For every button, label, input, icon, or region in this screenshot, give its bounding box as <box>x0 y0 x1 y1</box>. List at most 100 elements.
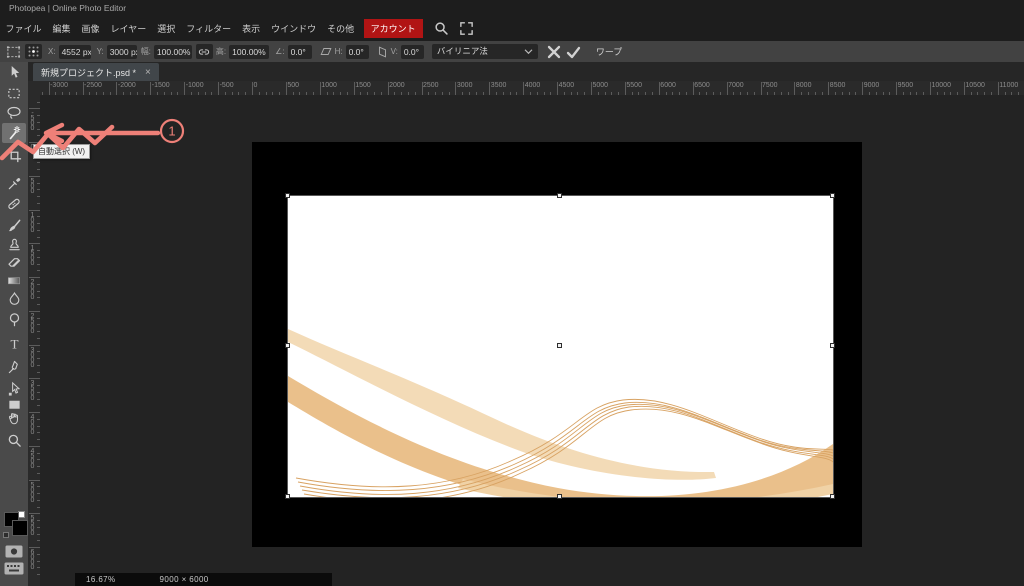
interpolation-select[interactable]: バイリニア法 <box>431 44 538 59</box>
anchor-point-icon[interactable] <box>25 44 42 59</box>
v-ruler-label: 3000 <box>29 346 36 367</box>
skew-horizontal-icon <box>319 45 333 58</box>
tooltip-text: 自動選択 (W) <box>38 147 86 156</box>
h-ruler-label: 1000 <box>321 82 337 89</box>
menu-select[interactable]: 選択 <box>152 22 181 35</box>
v-ruler-label: 1500 <box>29 245 36 266</box>
h-ruler-label: 7500 <box>762 82 778 89</box>
skew-v-field[interactable]: 0.0° <box>400 44 424 59</box>
h-ruler-label: 8500 <box>829 82 846 89</box>
dodge-tool[interactable] <box>2 310 26 330</box>
transform-handle[interactable] <box>557 343 562 348</box>
menu-file[interactable]: ファイル <box>0 22 47 35</box>
cancel-transform-icon[interactable] <box>547 45 561 59</box>
tab-close-icon[interactable]: × <box>145 67 151 78</box>
account-button[interactable]: アカウント <box>363 19 423 38</box>
h-ruler-label: 11000 <box>999 82 1019 89</box>
skew-h-field[interactable]: 0.0° <box>345 44 369 59</box>
document-dimensions: 9000 × 6000 <box>159 575 209 584</box>
zoom-tool[interactable] <box>2 430 26 450</box>
menu-more[interactable]: その他 <box>322 22 360 35</box>
menu-view[interactable]: 表示 <box>237 22 266 35</box>
transform-handle[interactable] <box>557 493 562 499</box>
tab-bar: 新規プロジェクト.psd * × <box>28 62 1024 81</box>
v-ruler-label: -500 <box>29 110 36 131</box>
h-ruler-label: 5000 <box>592 82 609 89</box>
transform-handle[interactable] <box>557 192 562 198</box>
menu-edit[interactable]: 編集 <box>47 22 76 35</box>
menu-layer[interactable]: レイヤー <box>105 22 152 35</box>
transform-bounds-icon <box>6 45 21 59</box>
swap-colors-swatch[interactable] <box>18 511 25 518</box>
menu-image[interactable]: 画像 <box>76 22 105 35</box>
crop-tool[interactable] <box>2 145 26 165</box>
v-ruler-label: 6000 <box>29 549 36 569</box>
magic-wand-tool[interactable] <box>2 123 26 143</box>
transform-handle[interactable] <box>829 493 835 499</box>
quickmask-button[interactable] <box>5 545 23 558</box>
y-label: Y: <box>96 47 104 56</box>
chevron-down-icon <box>524 48 533 55</box>
brush-tool[interactable] <box>2 215 26 235</box>
clone-stamp-tool[interactable] <box>2 234 26 254</box>
x-field[interactable]: 4552 px <box>58 44 91 59</box>
zoom-level[interactable]: 16.67% <box>86 575 116 584</box>
photopea-app: Photopea | Online Photo Editor ファイル 編集 画像レ… <box>0 0 1024 586</box>
height-field[interactable]: 100.00% <box>229 44 270 59</box>
height-label: 高: <box>215 47 227 56</box>
skew-vertical-icon <box>376 45 389 59</box>
v-ruler-label: 500 <box>29 177 36 193</box>
h-ruler-label: -2000 <box>117 82 136 89</box>
h-ruler-label: 0 <box>253 82 258 89</box>
hand-tool[interactable] <box>2 408 26 428</box>
options-bar: X: 4552 px Y: 3000 px 幅: 100.00% 高: 100.… <box>0 41 1024 62</box>
transform-handle[interactable] <box>829 192 835 198</box>
app-title: Photopea | Online Photo Editor <box>9 3 127 13</box>
v-ruler-label: 2000 <box>29 279 36 299</box>
svg-text:T: T <box>10 337 18 352</box>
angle-field[interactable]: 0.0° <box>287 44 312 59</box>
x-label: X: <box>48 47 56 56</box>
tooltip: 自動選択 (W) <box>33 144 91 159</box>
lasso-tool[interactable] <box>2 103 26 123</box>
confirm-transform-icon[interactable] <box>566 45 581 59</box>
h-ruler-label: 500 <box>287 82 300 89</box>
eyedropper-tool[interactable] <box>2 173 26 193</box>
warp-button[interactable]: ワープ <box>596 45 622 58</box>
blur-tool[interactable] <box>2 288 26 308</box>
h-ruler-label: -1000 <box>185 82 204 89</box>
h-ruler-label: 3500 <box>490 82 507 89</box>
pen-tool[interactable] <box>2 357 26 377</box>
transform-handle[interactable] <box>829 343 835 348</box>
h-ruler-label: 3000 <box>456 82 473 89</box>
width-field[interactable]: 100.00% <box>153 44 192 59</box>
h-ruler-label: 9000 <box>863 82 880 89</box>
keyboard-shortcuts-button[interactable] <box>4 562 24 575</box>
v-ruler-label: 4000 <box>29 414 36 434</box>
vertical-ruler: -500050010001500200025003000350040004500… <box>28 95 40 586</box>
default-colors-swatch[interactable] <box>3 532 9 538</box>
tool-bar: T <box>0 62 28 586</box>
h-ruler-label: 6500 <box>694 82 710 89</box>
fullscreen-icon[interactable] <box>459 22 473 35</box>
eraser-tool[interactable] <box>2 252 26 272</box>
y-field[interactable]: 3000 px <box>106 44 137 59</box>
type-tool[interactable]: T <box>2 334 26 354</box>
rect-marquee-tool[interactable] <box>2 83 26 103</box>
gradient-tool[interactable] <box>2 270 26 290</box>
h-ruler-label: 4000 <box>524 82 541 89</box>
search-icon[interactable] <box>434 21 449 36</box>
menu-window[interactable]: ウインドウ <box>266 22 322 35</box>
link-dimensions-icon[interactable] <box>195 44 213 59</box>
move-tool[interactable] <box>2 62 26 82</box>
spot-heal-tool[interactable] <box>2 194 26 214</box>
h-ruler-label: 9500 <box>897 82 914 89</box>
h-ruler-label: 8000 <box>795 82 812 89</box>
h-ruler-label: 2000 <box>389 82 405 89</box>
tab-document[interactable]: 新規プロジェクト.psd * × <box>33 63 159 81</box>
transform-handle[interactable] <box>284 493 290 499</box>
transform-handle[interactable] <box>284 192 290 198</box>
transform-handle[interactable] <box>284 343 290 348</box>
background-color-swatch[interactable] <box>12 520 28 536</box>
menu-filter[interactable]: フィルター <box>181 22 237 35</box>
